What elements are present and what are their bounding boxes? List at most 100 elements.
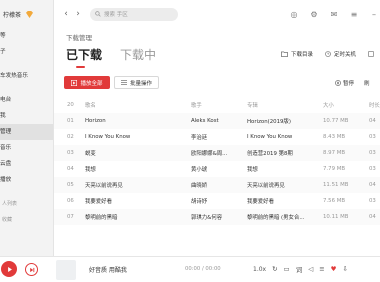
more-icon[interactable] [368,50,377,58]
sidebar-item-6[interactable]: 电台 [0,92,53,108]
table-row[interactable]: 06 我要爱好看 胡诗妤 我要爱好看 7.56 MB 03 [54,193,380,209]
table-row[interactable]: 07 黎明前的黑暗 郭琪力&何容 黎明前的黑暗 (男女合... 10.11 MB… [54,209,380,225]
row-size: 10.77 MB [323,113,369,129]
row-album[interactable]: 创造营2019 第8期 [247,145,323,161]
auto-shutdown-button[interactable]: 定时关机 [325,50,356,58]
header-album[interactable]: 专辑 [247,97,323,113]
pause-button[interactable]: 暂停 [335,79,354,87]
tab-downloading[interactable]: 下载中 [120,46,156,63]
header-size[interactable]: 大小 [323,97,369,113]
table-row[interactable]: 04 我想 黄小琥 我想 7.79 MB 03 [54,161,380,177]
row-title[interactable]: 我想 [85,161,191,177]
sidebar-item-4[interactable]: 车发热音乐 [0,68,53,84]
row-duration: 04 [369,113,380,129]
play-all-button[interactable]: 播放全部 [64,76,110,89]
row-artist[interactable]: 李治廷 [191,129,247,145]
row-album[interactable]: 我要爱好看 [247,193,323,209]
row-title[interactable]: 我要爱好看 [85,193,191,209]
header-title[interactable]: 歌名 [85,97,191,113]
row-index: 06 [67,198,74,204]
auto-shutdown-label: 定时关机 [334,52,357,58]
table-row[interactable]: 03 蜕变 欧阳娜娜&周... 创造营2019 第8期 8.97 MB 03 [54,145,380,161]
download-folder-button[interactable]: 下载目录 [281,50,313,58]
header-artist[interactable]: 歌手 [191,97,247,113]
folder-icon [281,51,288,57]
row-title[interactable]: Horizon [85,113,191,129]
row-size: 7.56 MB [323,198,346,204]
sidebar-item-9[interactable]: 音乐 [0,140,53,156]
toolbar: ‹ › 搜索 手区 ◎ ⚙ ✉ ≡ – [54,0,380,28]
user-name[interactable]: 柠檬茶 [3,10,21,19]
sidebar-menu: 等 子 车发热音乐 电台 我 管理 音乐 云盘 播放 人列表 收藏 [0,28,53,228]
sidebar-item-recent[interactable]: 播放 [0,172,53,188]
pause-icon [335,80,341,86]
playback-time: 00:00 / 00:00 [185,266,221,272]
volume-icon[interactable]: ◁ [308,265,313,273]
row-title[interactable]: 蜕变 [85,145,191,161]
play-icon [7,266,12,272]
row-album[interactable]: 天亮以前说再见 [247,177,323,193]
skin-icon[interactable]: ◎ [288,8,300,20]
sidebar-item-favorites[interactable]: 收藏 [0,212,53,228]
header-duration[interactable]: 时长 [369,97,380,113]
row-duration: 04 [369,177,380,193]
row-album[interactable]: 黎明前的黑暗 (男女合... [247,209,323,225]
sidebar-item-2[interactable]: 子 [0,44,53,60]
row-title[interactable]: I Know You Know [85,129,191,145]
header-count: 20 [67,102,74,108]
row-index: 01 [54,113,85,129]
sidebar-item-7[interactable]: 我 [0,108,53,124]
album-cover[interactable] [56,260,76,280]
row-size: 8.43 MB [323,134,346,140]
sidebar-item-1[interactable]: 等 [0,28,53,44]
download-icon[interactable]: ⇩ [342,265,347,273]
search-input[interactable]: 搜索 手区 [90,7,178,21]
speed-button[interactable]: 1.0x [253,266,266,273]
row-duration: 03 [369,198,376,204]
menu-icon[interactable]: ≡ [348,8,360,20]
table-row[interactable]: 05 天亮以前说再见 曲晓娇 天亮以前说再见 11.51 MB 04 [54,177,380,193]
player-controls: 1.0x ↻ ▭ 词 ◁ ≡ ♥ ⇩ [253,264,354,274]
table-row[interactable]: 02 I Know You Know 李治廷 I Know You Know 8… [54,129,380,145]
breadcrumb: 下载管理 [66,34,92,42]
loop-icon[interactable]: ↻ [272,265,277,273]
download-settings: 下载目录 定时关机 [281,50,380,58]
like-icon[interactable]: ♥ [331,265,337,273]
sidebar-item-playlists[interactable]: 人列表 [0,196,53,212]
user-profile[interactable]: 柠檬茶 [0,0,53,28]
batch-operation-button[interactable]: 批量操作 [114,76,159,89]
row-artist[interactable]: 曲晓娇 [191,177,247,193]
forward-icon[interactable]: › [72,8,84,20]
row-artist[interactable]: 胡诗妤 [191,193,247,209]
row-title[interactable]: 黎明前的黑暗 [85,209,191,225]
back-icon[interactable]: ‹ [60,8,72,20]
table-row[interactable]: 01 Horizon Aleks Kost Horizon(2019版) 10.… [54,113,380,129]
sidebar-item-downloads[interactable]: 管理 [0,124,53,140]
row-album[interactable]: Horizon(2019版) [247,113,323,129]
now-playing-title: 好音质 用酷我 [89,267,127,274]
row-album[interactable]: 我想 [247,161,323,177]
row-artist[interactable]: 郭琪力&何容 [191,209,247,225]
search-icon [95,11,101,17]
tab-downloaded[interactable]: 已下载 [66,46,102,68]
settings-icon[interactable]: ⚙ [308,8,320,20]
row-duration: 04 [369,209,380,225]
playlist-icon[interactable]: ≡ [319,265,324,273]
play-button[interactable] [1,261,17,277]
next-button[interactable] [25,263,38,276]
row-album[interactable]: I Know You Know [247,129,323,145]
mail-icon[interactable]: ✉ [328,8,340,20]
row-artist[interactable]: Aleks Kost [191,113,247,129]
sidebar-item-cloud[interactable]: 云盘 [0,156,53,172]
minimize-icon[interactable]: – [368,8,380,20]
clock-icon [325,51,331,57]
row-title[interactable]: 天亮以前说再见 [85,177,191,193]
lyrics-icon[interactable]: 词 [296,264,303,274]
refresh-button[interactable]: 刷 [364,79,370,87]
row-size: 7.79 MB [323,166,346,172]
mv-icon[interactable]: ▭ [284,265,290,273]
row-artist[interactable]: 黄小琥 [191,161,247,177]
row-duration: 03 [369,145,380,161]
row-artist[interactable]: 欧阳娜娜&周... [191,145,247,161]
search-placeholder: 搜索 手区 [104,12,128,18]
